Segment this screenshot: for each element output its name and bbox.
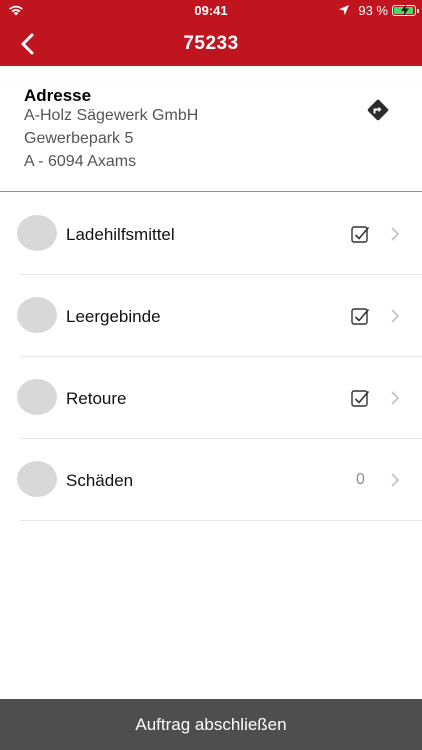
chevron-right-icon — [391, 473, 400, 487]
address-company: A-Holz Sägewerk GmbH — [24, 107, 199, 124]
chevron-right-icon — [391, 391, 400, 405]
list-item-ladehilfsmittel[interactable]: Ladehilfsmittel — [0, 193, 422, 275]
item-avatar-placeholder — [17, 215, 57, 251]
complete-order-button[interactable]: Auftrag abschließen — [0, 699, 422, 750]
list-item-schaeden[interactable]: Schäden 0 — [0, 439, 422, 521]
address-city: A - 6094 Axams — [24, 153, 137, 170]
checkbox-checked-icon — [351, 308, 370, 325]
address-section: Adresse A-Holz Sägewerk GmbH Gewerbepark… — [0, 66, 422, 192]
row-divider — [20, 520, 422, 521]
item-list: Ladehilfsmittel Leergebinde Retoure Schä… — [0, 193, 422, 521]
status-bar: 09:41 93 % — [0, 0, 422, 22]
battery-percent: 93 % — [358, 3, 388, 18]
item-avatar-placeholder — [17, 297, 57, 333]
item-avatar-placeholder — [17, 461, 57, 497]
list-item-label: Retoure — [66, 389, 127, 408]
chevron-right-icon — [391, 309, 400, 323]
list-item-label: Schäden — [66, 471, 134, 490]
chevron-right-icon — [391, 227, 400, 241]
charging-bolt-icon — [401, 4, 409, 16]
navigation-bar: 75233 — [0, 22, 422, 66]
checkbox-checked-icon — [351, 226, 370, 243]
list-item-label: Leergebinde — [66, 307, 161, 326]
item-avatar-placeholder — [17, 379, 57, 415]
list-item-label: Ladehilfsmittel — [66, 225, 175, 244]
damage-count: 0 — [356, 471, 365, 488]
checkbox-checked-icon — [351, 390, 370, 407]
page-title: 75233 — [183, 33, 239, 54]
battery-cap — [417, 9, 419, 13]
location-arrow-icon — [339, 5, 349, 15]
list-item-leergebinde[interactable]: Leergebinde — [0, 275, 422, 357]
battery-charging-icon — [392, 4, 419, 16]
address-heading: Adresse — [24, 86, 92, 105]
directions-icon[interactable] — [366, 98, 390, 122]
address-street: Gewerbepark 5 — [24, 130, 134, 147]
list-item-retoure[interactable]: Retoure — [0, 357, 422, 439]
